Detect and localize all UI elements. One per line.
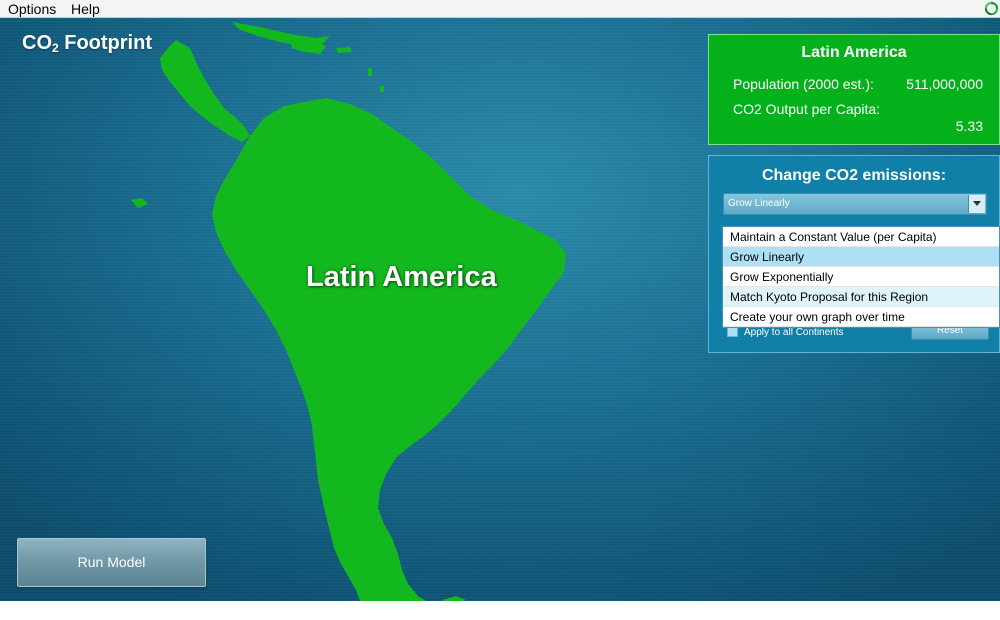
island-small-2 [368, 68, 372, 76]
emissions-options-list: Maintain a Constant Value (per Capita) G… [722, 226, 1000, 328]
run-model-button[interactable]: Run Model [17, 538, 206, 587]
population-label: Population (2000 est.): [733, 76, 874, 92]
option-custom-graph[interactable]: Create your own graph over time [723, 307, 999, 327]
option-exponential[interactable]: Grow Exponentially [723, 267, 999, 287]
footer-strip [0, 601, 1000, 620]
south-america [212, 98, 566, 601]
dropdown-selected: Grow Linearly [728, 198, 790, 209]
info-title: Latin America [801, 44, 907, 61]
central-america [160, 40, 250, 142]
menu-help[interactable]: Help [71, 1, 100, 17]
chevron-down-icon[interactable] [968, 195, 985, 213]
co2-value: 5.33 [955, 118, 983, 134]
region-info-panel: Latin America Population (2000 est.): 51… [708, 34, 1000, 145]
galapagos-island [131, 198, 148, 208]
emissions-dropdown[interactable]: Grow Linearly [723, 193, 987, 215]
option-kyoto[interactable]: Match Kyoto Proposal for this Region [723, 287, 999, 307]
population-value: 511,000,000 [906, 76, 983, 92]
emissions-title: Change CO2 emissions: [761, 167, 947, 184]
region-label: Latin America [306, 261, 497, 293]
refresh-icon[interactable] [984, 1, 999, 16]
island-small-1 [336, 47, 352, 53]
co2-label: CO2 Output per Capita: [733, 101, 881, 117]
app-title: CO2 Footprint [22, 32, 152, 55]
island-small-3 [380, 86, 384, 92]
menu-bar: Options Help [0, 0, 1000, 18]
option-linear[interactable]: Grow Linearly [723, 247, 999, 267]
apply-all-label: Apply to all Continents [744, 327, 844, 338]
menu-options[interactable]: Options [8, 1, 56, 17]
option-constant[interactable]: Maintain a Constant Value (per Capita) [723, 227, 999, 247]
